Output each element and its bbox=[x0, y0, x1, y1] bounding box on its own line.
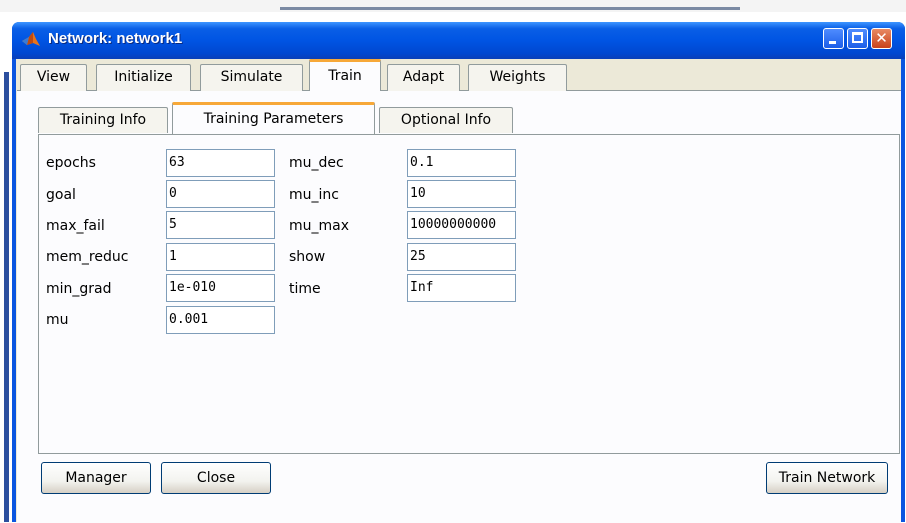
train-network-button[interactable]: Train Network bbox=[766, 462, 888, 494]
mu-inc-field[interactable]: 10 bbox=[407, 180, 516, 208]
background-strip bbox=[0, 0, 906, 12]
matlab-logo-icon bbox=[22, 32, 40, 46]
mem-reduc-field[interactable]: 1 bbox=[166, 243, 275, 271]
subtab-training-info[interactable]: Training Info bbox=[38, 107, 168, 133]
close-window-button[interactable]: ✕ bbox=[871, 28, 892, 49]
maximize-button[interactable] bbox=[847, 28, 868, 49]
minimize-icon bbox=[829, 41, 836, 44]
network-window: Network: network1 ✕ View Initialize Simu… bbox=[12, 22, 905, 523]
param-label-mu-max: mu_max bbox=[289, 218, 350, 234]
tab-view[interactable]: View bbox=[20, 64, 87, 91]
time-field[interactable]: Inf bbox=[407, 274, 516, 302]
tab-train[interactable]: Train bbox=[309, 59, 381, 91]
epochs-field[interactable]: 63 bbox=[166, 149, 275, 177]
client-area: View Initialize Simulate Train Adapt Wei… bbox=[16, 59, 901, 523]
close-button[interactable]: Close bbox=[161, 462, 271, 494]
param-label-mu: mu bbox=[46, 312, 69, 328]
min-grad-field[interactable]: 1e-010 bbox=[166, 274, 275, 302]
subtab-optional-info[interactable]: Optional Info bbox=[379, 107, 513, 133]
background-window-edge-left bbox=[4, 72, 9, 522]
subtab-training-parameters[interactable]: Training Parameters bbox=[172, 102, 375, 134]
minimize-button[interactable] bbox=[823, 28, 844, 49]
tab-adapt[interactable]: Adapt bbox=[387, 64, 460, 91]
param-label-goal: goal bbox=[46, 187, 76, 203]
title-bar[interactable]: Network: network1 ✕ bbox=[12, 22, 905, 59]
param-label-max-fail: max_fail bbox=[46, 218, 105, 234]
maximize-icon bbox=[852, 32, 863, 43]
param-label-mu-inc: mu_inc bbox=[289, 187, 339, 203]
param-label-mem-reduc: mem_reduc bbox=[46, 249, 129, 265]
background-window-edge bbox=[280, 7, 740, 10]
mu-dec-field[interactable]: 0.1 bbox=[407, 149, 516, 177]
tab-weights[interactable]: Weights bbox=[468, 64, 567, 91]
window-title: Network: network1 bbox=[48, 30, 183, 47]
param-label-time: time bbox=[289, 281, 321, 297]
manager-button[interactable]: Manager bbox=[41, 462, 151, 494]
mu-max-field[interactable]: 10000000000 bbox=[407, 211, 516, 239]
background-left bbox=[0, 12, 12, 522]
show-field[interactable]: 25 bbox=[407, 243, 516, 271]
tab-initialize[interactable]: Initialize bbox=[96, 64, 191, 91]
param-label-epochs: epochs bbox=[46, 155, 96, 171]
goal-field[interactable]: 0 bbox=[166, 180, 275, 208]
max-fail-field[interactable]: 5 bbox=[166, 211, 275, 239]
param-label-show: show bbox=[289, 249, 326, 265]
tab-simulate[interactable]: Simulate bbox=[200, 64, 303, 91]
param-label-mu-dec: mu_dec bbox=[289, 155, 344, 171]
close-icon: ✕ bbox=[875, 29, 888, 47]
param-label-min-grad: min_grad bbox=[46, 281, 112, 297]
mu-field[interactable]: 0.001 bbox=[166, 306, 275, 334]
